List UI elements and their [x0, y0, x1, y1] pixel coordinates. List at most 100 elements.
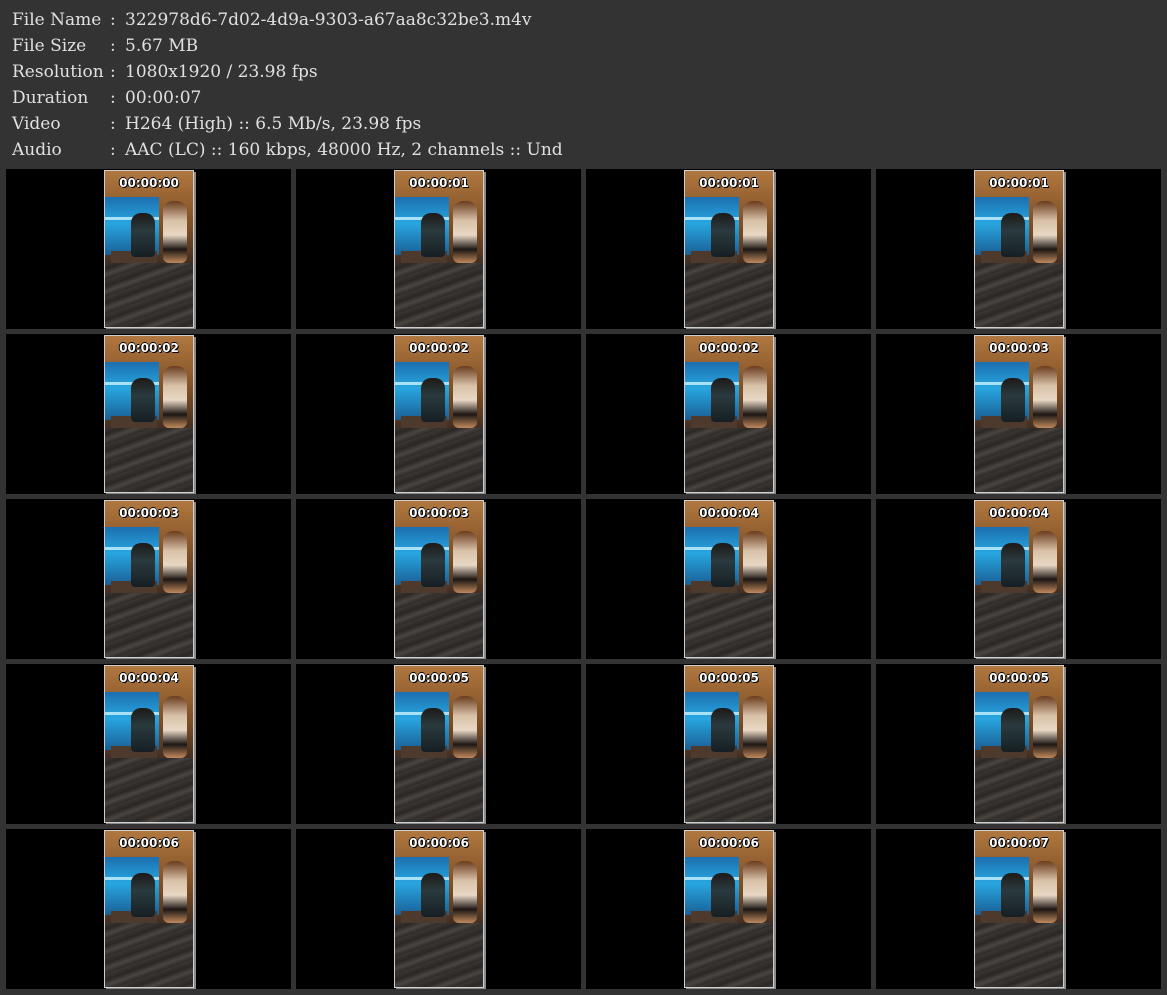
- video-frame-thumbnail: 00:00:04: [684, 500, 774, 658]
- video-frame-thumbnail: 00:00:02: [104, 335, 194, 493]
- frame-image-region: [743, 366, 767, 428]
- thumbnail-cell: 00:00:06: [6, 829, 291, 989]
- frame-image-region: [395, 758, 483, 822]
- frame-image-region: [975, 923, 1063, 987]
- frame-image-region: [711, 213, 735, 257]
- frame-image-region: [685, 593, 773, 657]
- frame-image-region: [131, 378, 155, 422]
- metadata-separator: :: [110, 62, 116, 82]
- frame-image-region: [421, 708, 445, 752]
- video-frame-thumbnail: 00:00:01: [394, 170, 484, 328]
- video-frame-thumbnail: 00:00:01: [974, 170, 1064, 328]
- frame-image-region: [105, 263, 193, 327]
- metadata-separator: :: [110, 10, 116, 30]
- video-frame-thumbnail: 00:00:06: [104, 830, 194, 988]
- metadata-key: Video: [12, 114, 61, 134]
- thumbnail-cell: 00:00:02: [586, 334, 871, 494]
- video-frame-thumbnail: 00:00:07: [974, 830, 1064, 988]
- frame-timestamp: 00:00:04: [989, 506, 1049, 520]
- video-frame-thumbnail: 00:00:06: [394, 830, 484, 988]
- frame-timestamp: 00:00:02: [409, 341, 469, 355]
- frame-timestamp: 00:00:06: [699, 836, 759, 850]
- video-frame-thumbnail: 00:00:03: [104, 500, 194, 658]
- frame-timestamp: 00:00:04: [699, 506, 759, 520]
- metadata-row-file-name: File Name : 322978d6-7d02-4d9a-9303-a67a…: [12, 7, 1162, 33]
- frame-image-region: [975, 263, 1063, 327]
- frame-image-region: [421, 378, 445, 422]
- frame-image-region: [105, 593, 193, 657]
- frame-timestamp: 00:00:04: [119, 671, 179, 685]
- thumbnail-cell: 00:00:04: [876, 499, 1161, 659]
- frame-timestamp: 00:00:05: [409, 671, 469, 685]
- frame-image-region: [685, 758, 773, 822]
- metadata-row-duration: Duration : 00:00:07: [12, 85, 1162, 111]
- frame-image-region: [163, 366, 187, 428]
- frame-timestamp: 00:00:05: [989, 671, 1049, 685]
- frame-image-region: [105, 758, 193, 822]
- thumbnail-cell: 00:00:04: [6, 664, 291, 824]
- frame-timestamp: 00:00:01: [409, 176, 469, 190]
- metadata-key: File Name: [12, 10, 102, 30]
- frame-image-region: [1033, 696, 1057, 758]
- metadata-key: Duration: [12, 88, 89, 108]
- thumbnail-cell: 00:00:01: [586, 169, 871, 329]
- video-frame-thumbnail: 00:00:03: [974, 335, 1064, 493]
- metadata-value: H264 (High) :: 6.5 Mb/s, 23.98 fps: [125, 114, 422, 134]
- frame-image-region: [163, 531, 187, 593]
- frame-timestamp: 00:00:06: [119, 836, 179, 850]
- frame-image-region: [711, 378, 735, 422]
- frame-image-region: [421, 213, 445, 257]
- frame-timestamp: 00:00:06: [409, 836, 469, 850]
- frame-image-region: [1001, 543, 1025, 587]
- frame-image-region: [711, 543, 735, 587]
- frame-image-region: [105, 923, 193, 987]
- metadata-separator: :: [110, 88, 116, 108]
- frame-image-region: [685, 428, 773, 492]
- metadata-row-file-size: File Size : 5.67 MB: [12, 33, 1162, 59]
- frame-image-region: [1033, 861, 1057, 923]
- frame-image-region: [453, 861, 477, 923]
- video-frame-thumbnail: 00:00:04: [104, 665, 194, 823]
- metadata-separator: :: [110, 140, 116, 160]
- video-frame-thumbnail: 00:00:00: [104, 170, 194, 328]
- frame-image-region: [395, 593, 483, 657]
- metadata-value: 1080x1920 / 23.98 fps: [125, 62, 318, 82]
- video-frame-thumbnail: 00:00:04: [974, 500, 1064, 658]
- frame-timestamp: 00:00:02: [699, 341, 759, 355]
- thumbnail-grid: 00:00:00 00:00:01 00:00:01 00:00:01 00:00:02…: [6, 169, 1162, 991]
- metadata-key: Audio: [12, 140, 62, 160]
- frame-image-region: [421, 873, 445, 917]
- frame-timestamp: 00:00:01: [699, 176, 759, 190]
- frame-timestamp: 00:00:00: [119, 176, 179, 190]
- frame-image-region: [395, 923, 483, 987]
- thumbnail-cell: 00:00:07: [876, 829, 1161, 989]
- frame-image-region: [743, 201, 767, 263]
- thumbnail-cell: 00:00:02: [6, 334, 291, 494]
- frame-image-region: [453, 201, 477, 263]
- frame-image-region: [163, 861, 187, 923]
- frame-image-region: [453, 531, 477, 593]
- frame-timestamp: 00:00:03: [989, 341, 1049, 355]
- frame-image-region: [421, 543, 445, 587]
- frame-image-region: [453, 696, 477, 758]
- frame-image-region: [1033, 366, 1057, 428]
- frame-timestamp: 00:00:05: [699, 671, 759, 685]
- video-frame-thumbnail: 00:00:03: [394, 500, 484, 658]
- thumbnail-cell: 00:00:06: [296, 829, 581, 989]
- thumbnail-cell: 00:00:05: [586, 664, 871, 824]
- metadata-panel: File Name : 322978d6-7d02-4d9a-9303-a67a…: [12, 7, 1162, 163]
- thumbnail-cell: 00:00:00: [6, 169, 291, 329]
- metadata-separator: :: [110, 36, 116, 56]
- video-frame-thumbnail: 00:00:05: [684, 665, 774, 823]
- video-frame-thumbnail: 00:00:02: [394, 335, 484, 493]
- frame-image-region: [743, 696, 767, 758]
- frame-image-region: [453, 366, 477, 428]
- thumbnail-cell: 00:00:01: [876, 169, 1161, 329]
- frame-image-region: [163, 696, 187, 758]
- metadata-value: 322978d6-7d02-4d9a-9303-a67aa8c32be3.m4v: [125, 10, 532, 30]
- metadata-row-video: Video : H264 (High) :: 6.5 Mb/s, 23.98 f…: [12, 111, 1162, 137]
- thumbnail-cell: 00:00:02: [296, 334, 581, 494]
- metadata-value: AAC (LC) :: 160 kbps, 48000 Hz, 2 channe…: [125, 140, 563, 160]
- frame-timestamp: 00:00:03: [409, 506, 469, 520]
- frame-image-region: [395, 428, 483, 492]
